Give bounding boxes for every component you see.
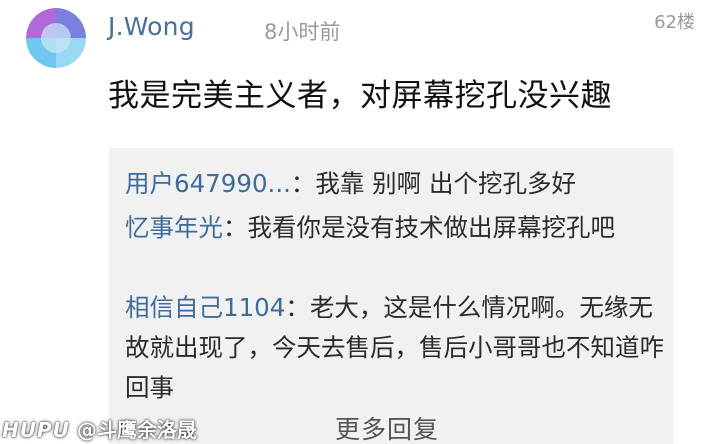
reply-item[interactable]: 相信自己1104：老大，这是什么情况啊。无缘无故就出现了，今天去售后，售后小哥哥… <box>125 288 665 408</box>
avatar[interactable] <box>26 8 86 68</box>
reply-separator: ： <box>223 213 248 242</box>
username[interactable]: J.Wong <box>108 12 195 41</box>
watermark: HUPU @斗鹰余洛晟 <box>2 414 197 443</box>
watermark-handle: @斗鹰余洛晟 <box>76 418 197 442</box>
reply-author[interactable]: 相信自己1104 <box>125 293 285 322</box>
reply-item[interactable]: 忆事年光：我看你是没有技术做出屏幕挖孔吧 <box>125 208 665 248</box>
reply-text: 我看你是没有技术做出屏幕挖孔吧 <box>247 213 616 242</box>
more-replies-button[interactable]: 更多回复 <box>335 410 439 444</box>
avatar-circle-icon <box>26 8 86 68</box>
reply-box: 用户647990...：我靠 别啊 出个挖孔多好 忆事年光：我看你是没有技术做出… <box>109 148 673 444</box>
reply-author[interactable]: 忆事年光 <box>125 213 223 242</box>
reply-separator: ： <box>290 169 316 198</box>
reply-item[interactable]: 用户647990...：我靠 别啊 出个挖孔多好 <box>125 164 665 204</box>
reply-separator: ： <box>285 293 310 322</box>
post-time: 8小时前 <box>264 20 341 44</box>
reply-text: 我靠 别啊 出个挖孔多好 <box>315 169 576 198</box>
watermark-brand: HUPU <box>2 418 70 442</box>
floor-number: 62楼 <box>654 12 695 33</box>
reply-author[interactable]: 用户647990... <box>125 169 291 198</box>
comment-text: 我是完美主义者，对屏幕挖孔没兴趣 <box>108 78 612 114</box>
